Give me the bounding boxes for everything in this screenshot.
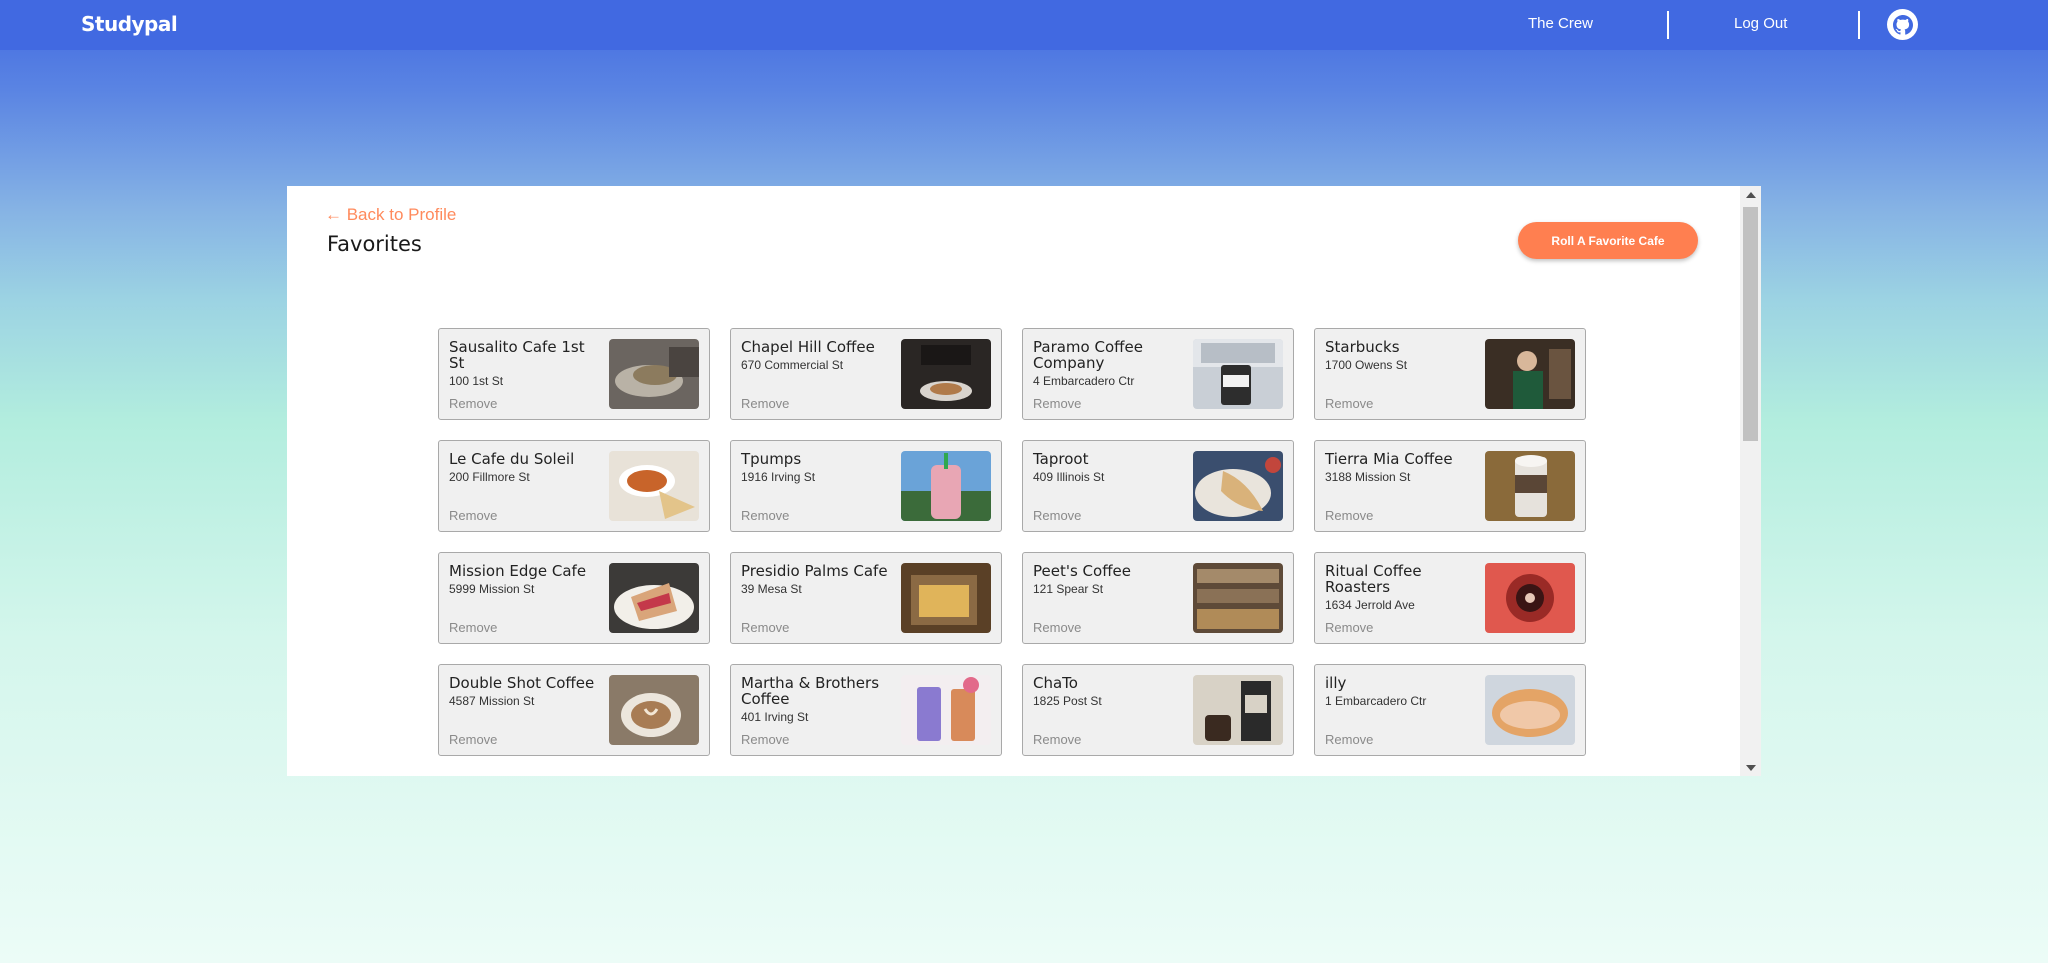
cafe-address: 401 Irving St [741,710,809,724]
cafe-name: illy 1 Embarcadero Ctr [1325,675,1475,709]
remove-favorite-button[interactable]: Remove [1325,396,1373,411]
cafe-name: Chapel Hill Coffee 670 Commercial St [741,339,891,373]
cafe-name: Mission Edge Cafe 5999 Mission St [449,563,599,597]
cafe-name: Paramo Coffee Company 4 Embarcadero Ctr [1033,339,1183,389]
store-shelves-photo [1193,563,1283,633]
panini-photo [609,563,699,633]
favorite-cafe-card[interactable]: ChaTo 1825 Post St Remove [1022,664,1294,756]
cafe-name: Peet's Coffee 121 Spear St [1033,563,1183,597]
cafe-address: 121 Spear St [1033,582,1104,596]
nav-link-the-crew[interactable]: The Crew [1528,15,1593,32]
cafe-name: Le Cafe du Soleil 200 Fillmore St [449,451,599,485]
cafe-address: 100 1st St [449,374,504,388]
cafe-name: ChaTo 1825 Post St [1033,675,1183,709]
cafe-name: Sausalito Cafe 1st St 100 1st St [449,339,599,389]
favorite-cafe-card[interactable]: Presidio Palms Cafe 39 Mesa St Remove [730,552,1002,644]
scroll-down-arrow-icon[interactable] [1740,759,1761,776]
favorite-cafe-card[interactable]: Mission Edge Cafe 5999 Mission St Remove [438,552,710,644]
scrollbar-thumb[interactable] [1743,207,1758,441]
vertical-scrollbar[interactable] [1740,186,1761,776]
favorite-cafe-card[interactable]: Chapel Hill Coffee 670 Commercial St Remov… [730,328,1002,420]
cafe-name: Taproot 409 Illinois St [1033,451,1183,485]
nav-link-log-out[interactable]: Log Out [1734,15,1787,32]
sandwich-wrap-photo [609,339,699,409]
favorite-cafe-card[interactable]: Ritual Coffee Roasters 1634 Jerrold Ave Re… [1314,552,1586,644]
remove-favorite-button[interactable]: Remove [1033,732,1081,747]
cafe-address: 409 Illinois St [1033,470,1105,484]
remove-favorite-button[interactable]: Remove [1325,732,1373,747]
remove-favorite-button[interactable]: Remove [449,620,497,635]
red-coffee-cup-photo [1485,563,1575,633]
top-navbar: Studypal The Crew Log Out [0,0,2048,50]
barista-photo [1485,339,1575,409]
favorite-cafe-card[interactable]: Taproot 409 Illinois St Remove [1022,440,1294,532]
scroll-up-arrow-icon[interactable] [1740,186,1761,203]
back-to-profile-link[interactable]: ← Back to Profile [325,205,456,225]
favorite-cafe-card[interactable]: Sausalito Cafe 1st St 100 1st St Remove [438,328,710,420]
favorites-grid: Sausalito Cafe 1st St 100 1st St Remove Cha… [438,328,1586,756]
tea-package-photo [1193,675,1283,745]
roll-favorite-cafe-button[interactable]: Roll A Favorite Cafe [1518,222,1698,259]
cafe-address: 39 Mesa St [741,582,802,596]
nav-divider [1667,11,1669,39]
pastry-plate-photo [1193,451,1283,521]
favorite-cafe-card[interactable]: Le Cafe du Soleil 200 Fillmore St Remove [438,440,710,532]
remove-favorite-button[interactable]: Remove [449,732,497,747]
takeout-box-photo [901,563,991,633]
cafe-name: Presidio Palms Cafe 39 Mesa St [741,563,891,597]
latte-art-photo [609,675,699,745]
remove-favorite-button[interactable]: Remove [1033,508,1081,523]
favorite-cafe-card[interactable]: Tierra Mia Coffee 3188 Mission St Remove [1314,440,1586,532]
cafe-address: 1825 Post St [1033,694,1102,708]
cafe-name: Tierra Mia Coffee 3188 Mission St [1325,451,1475,485]
soup-bowl-photo [609,451,699,521]
cafe-name: Tpumps 1916 Irving St [741,451,891,485]
iced-mocha-photo [1485,451,1575,521]
cafe-address: 1634 Jerrold Ave [1325,598,1415,612]
favorite-cafe-card[interactable]: Tpumps 1916 Irving St Remove [730,440,1002,532]
coffee-cup-street-photo [1193,339,1283,409]
cafe-address: 1 Embarcadero Ctr [1325,694,1427,708]
cafe-name: Ritual Coffee Roasters 1634 Jerrold Ave [1325,563,1475,613]
favorite-cafe-card[interactable]: Starbucks 1700 Owens St Remove [1314,328,1586,420]
remove-favorite-button[interactable]: Remove [1033,620,1081,635]
cafe-name: Starbucks 1700 Owens St [1325,339,1475,373]
remove-favorite-button[interactable]: Remove [1325,620,1373,635]
remove-favorite-button[interactable]: Remove [741,620,789,635]
github-icon[interactable] [1887,9,1918,40]
favorite-cafe-card[interactable]: Peet's Coffee 121 Spear St Remove [1022,552,1294,644]
nav-divider [1858,11,1860,39]
cafe-name: Martha & Brothers Coffee 401 Irving St [741,675,891,725]
remove-favorite-button[interactable]: Remove [1033,396,1081,411]
remove-favorite-button[interactable]: Remove [449,396,497,411]
favorite-cafe-card[interactable]: Paramo Coffee Company 4 Embarcadero Ctr Re… [1022,328,1294,420]
pink-boba-drink-photo [901,451,991,521]
favorites-panel: ← Back to Profile Favorites Roll A Favor… [287,186,1761,776]
cafe-address: 200 Fillmore St [449,470,530,484]
cafe-address: 1700 Owens St [1325,358,1408,372]
cafe-address: 1916 Irving St [741,470,816,484]
cafe-address: 4 Embarcadero Ctr [1033,374,1135,388]
remove-favorite-button[interactable]: Remove [741,732,789,747]
cafe-address: 3188 Mission St [1325,470,1411,484]
iced-drinks-photo [901,675,991,745]
cafe-address: 670 Commercial St [741,358,844,372]
remove-favorite-button[interactable]: Remove [741,396,789,411]
croissant-sandwich-photo [1485,675,1575,745]
remove-favorite-button[interactable]: Remove [449,508,497,523]
favorite-cafe-card[interactable]: illy 1 Embarcadero Ctr Remove [1314,664,1586,756]
cafe-name: Double Shot Coffee 4587 Mission St [449,675,599,709]
page-title: Favorites [327,232,422,256]
favorite-cafe-card[interactable]: Double Shot Coffee 4587 Mission St Remove [438,664,710,756]
cafe-address: 4587 Mission St [449,694,535,708]
cafe-address: 5999 Mission St [449,582,535,596]
brand-logo[interactable]: Studypal [81,12,178,36]
espresso-pour-photo [901,339,991,409]
remove-favorite-button[interactable]: Remove [1325,508,1373,523]
favorite-cafe-card[interactable]: Martha & Brothers Coffee 401 Irving St Rem… [730,664,1002,756]
remove-favorite-button[interactable]: Remove [741,508,789,523]
